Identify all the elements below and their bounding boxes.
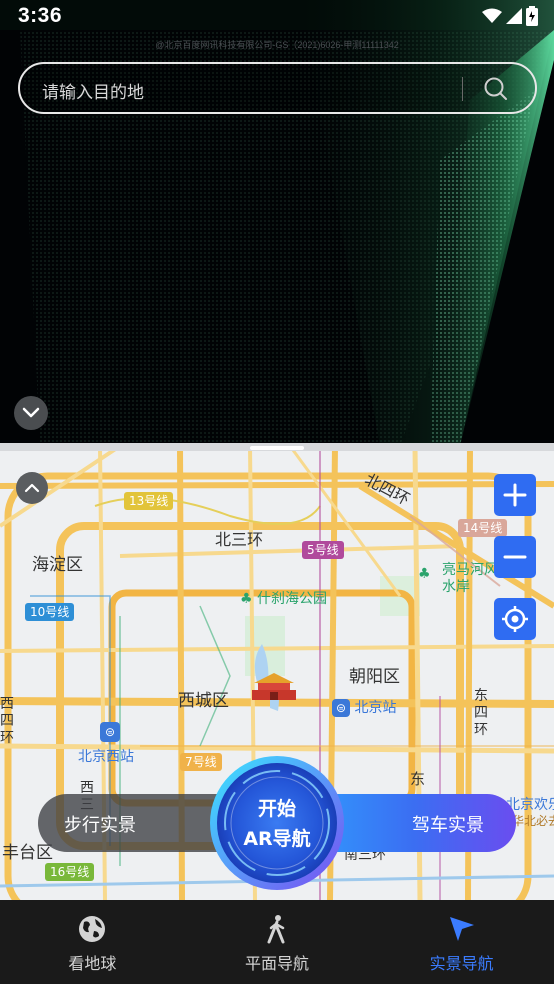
metro-line-badge: 5号线: [302, 541, 344, 559]
road-label-east-partial: 东: [410, 770, 426, 788]
park-pin-icon: ♣: [240, 591, 253, 607]
battery-icon: [526, 6, 538, 26]
collapse-globe-button[interactable]: [14, 396, 48, 430]
park-pin-icon: ♣: [418, 566, 431, 582]
search-divider: [462, 77, 463, 101]
app-screen: 3:36 @北京百度网讯科技有限公司-GS（2021)6026-甲测111113…: [0, 0, 554, 984]
expand-map-button[interactable]: [16, 472, 48, 504]
tab-flat-navigation[interactable]: 平面导航: [185, 900, 370, 984]
zoom-in-button[interactable]: [494, 474, 536, 516]
search-icon[interactable]: [483, 76, 509, 102]
minus-icon: [503, 555, 527, 559]
road-label-west-fourth-ring: 西四环: [0, 696, 14, 746]
district-label-chaoyang: 朝阳区: [349, 667, 400, 687]
status-time: 3:36: [18, 4, 63, 27]
cellular-signal-icon: [506, 8, 522, 24]
poi-shichahai-park[interactable]: ♣ 什刹海公园: [240, 588, 327, 608]
tab-label: 实景导航: [429, 954, 494, 973]
road-label-east-fourth-ring: 东四环: [474, 688, 488, 738]
metro-line-label: 10号线: [30, 605, 70, 619]
road-label-north-third-ring: 北三环: [215, 530, 264, 549]
status-icons: [482, 6, 538, 26]
navigation-arrow-icon: [445, 912, 479, 946]
chevron-up-icon: [24, 483, 40, 493]
station-label: 北京站: [354, 700, 397, 716]
ar-button-line2: AR导航: [243, 828, 311, 850]
tab-label: 平面导航: [245, 954, 310, 973]
metro-line-label: 16号线: [50, 865, 90, 879]
bottom-tab-bar: 看地球 平面导航 实景导航: [0, 900, 554, 984]
ar-button-ring-graphic: [210, 756, 344, 890]
walk-ar-label: 步行实景: [64, 815, 136, 836]
metro-line-badge: 10号线: [25, 603, 75, 621]
metro-line-badge: 13号线: [124, 492, 174, 510]
metro-line-badge: 14号线: [458, 519, 508, 537]
start-ar-navigation-button[interactable]: 开始 AR导航: [208, 754, 346, 892]
district-label-xicheng: 西城区: [178, 691, 229, 711]
station-label: 北京西站: [78, 749, 134, 765]
tab-earth[interactable]: 看地球: [0, 900, 185, 984]
poi-label: 什刹海公园: [257, 591, 328, 607]
split-drag-handle[interactable]: [250, 446, 304, 450]
map-copyright: @北京百度网讯科技有限公司-GS（2021)6026-甲测11111342: [155, 40, 399, 50]
wifi-icon: [482, 8, 502, 23]
drive-ar-label: 驾车实景: [412, 815, 484, 836]
metro-line-label: 14号线: [463, 521, 503, 535]
poi-label-partial-must-visit: 华北必去: [512, 814, 554, 828]
station-beijing-west[interactable]: ⊜ 北京西站: [78, 722, 134, 766]
tiananmen-landmark-icon[interactable]: [250, 670, 298, 700]
destination-search-box[interactable]: 请输入目的地: [18, 62, 537, 114]
district-label-haidian: 海淀区: [32, 555, 83, 575]
metro-line-badge: 16号线: [45, 863, 95, 881]
ar-button-line1: 开始: [257, 798, 296, 820]
locate-target-icon: [502, 606, 528, 632]
metro-line-label: 5号线: [307, 543, 339, 557]
locate-me-button[interactable]: [494, 598, 536, 640]
tab-ar-navigation[interactable]: 实景导航: [369, 900, 554, 984]
train-station-icon: ⊜: [100, 722, 120, 742]
zoom-out-button[interactable]: [494, 536, 536, 578]
globe-icon: [75, 912, 109, 946]
train-station-icon: ⊜: [332, 699, 350, 717]
status-bar: 3:36: [0, 0, 554, 34]
globe-view[interactable]: 3:36 @北京百度网讯科技有限公司-GS（2021)6026-甲测111113…: [0, 0, 554, 446]
search-placeholder: 请输入目的地: [42, 83, 144, 103]
station-beijing[interactable]: ⊜ 北京站: [332, 697, 396, 717]
walking-person-icon: [260, 912, 294, 946]
chevron-down-icon: [22, 407, 40, 418]
tab-label: 看地球: [68, 954, 117, 973]
plus-icon: [503, 483, 527, 507]
metro-line-label: 13号线: [129, 494, 169, 508]
